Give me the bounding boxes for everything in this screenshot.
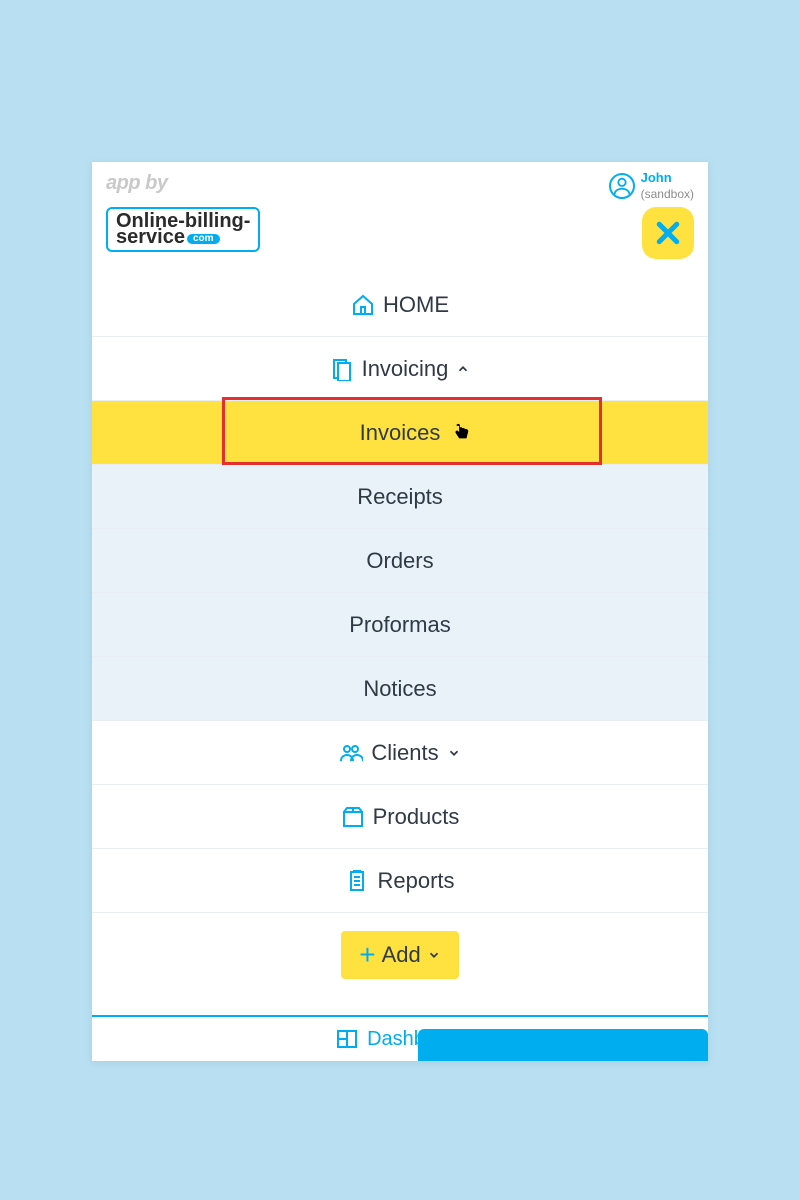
nav-products[interactable]: Products — [92, 785, 708, 849]
chevron-down-icon — [427, 948, 441, 962]
header: app by John (sandbox) — [92, 162, 708, 199]
app-panel: app by John (sandbox) Online-billing- se… — [92, 162, 708, 1061]
products-icon — [341, 805, 365, 829]
nav-sub-notices[interactable]: Notices — [92, 657, 708, 721]
nav-home-label: HOME — [383, 292, 449, 318]
nav-sub-receipts-label: Receipts — [357, 484, 443, 510]
user-block[interactable]: John (sandbox) — [609, 170, 694, 202]
nav-clients[interactable]: Clients — [92, 721, 708, 785]
chevron-up-icon — [456, 362, 470, 376]
logo-row: Online-billing- servicecom — [92, 199, 708, 273]
user-sandbox: (sandbox) — [641, 187, 694, 201]
logo-line2: service — [116, 226, 185, 248]
nav-home[interactable]: HOME — [92, 273, 708, 337]
app-by-label: app by — [106, 172, 167, 194]
nav-sub-invoices-label: Invoices — [360, 420, 441, 446]
nav-invoicing[interactable]: Invoicing — [92, 337, 708, 401]
nav-sub-receipts[interactable]: Receipts — [92, 465, 708, 529]
close-button[interactable] — [642, 207, 694, 259]
add-button[interactable]: + Add — [341, 931, 459, 979]
invoicing-icon — [330, 357, 354, 381]
dashboard-icon — [335, 1027, 359, 1051]
nav-sub-orders-label: Orders — [366, 548, 433, 574]
close-icon — [653, 218, 683, 248]
nav-reports[interactable]: Reports — [92, 849, 708, 913]
home-icon — [351, 293, 375, 317]
chevron-down-icon — [447, 746, 461, 760]
add-button-label: Add — [382, 942, 421, 968]
nav-add-row: + Add — [92, 913, 708, 997]
nav-sub-proformas-label: Proformas — [349, 612, 450, 638]
nav-sub-orders[interactable]: Orders — [92, 529, 708, 593]
bottom-bar[interactable]: Dashboard — [92, 1015, 708, 1061]
user-name: John — [641, 170, 672, 185]
nav-products-label: Products — [373, 804, 460, 830]
logo[interactable]: Online-billing- servicecom — [106, 207, 260, 252]
nav-reports-label: Reports — [377, 868, 454, 894]
logo-badge: com — [187, 234, 220, 244]
bottom-blue-strip — [418, 1029, 708, 1061]
nav-sub-notices-label: Notices — [363, 676, 436, 702]
nav-sub-proformas[interactable]: Proformas — [92, 593, 708, 657]
clients-icon — [339, 741, 363, 765]
avatar-icon — [609, 173, 635, 199]
nav-clients-label: Clients — [371, 740, 438, 766]
user-text: John (sandbox) — [641, 170, 694, 202]
nav-sub-invoices[interactable]: Invoices — [92, 401, 708, 465]
plus-icon: + — [359, 941, 375, 969]
nav-invoicing-label: Invoicing — [362, 356, 449, 382]
reports-icon — [345, 869, 369, 893]
cursor-hand-icon — [452, 423, 472, 443]
